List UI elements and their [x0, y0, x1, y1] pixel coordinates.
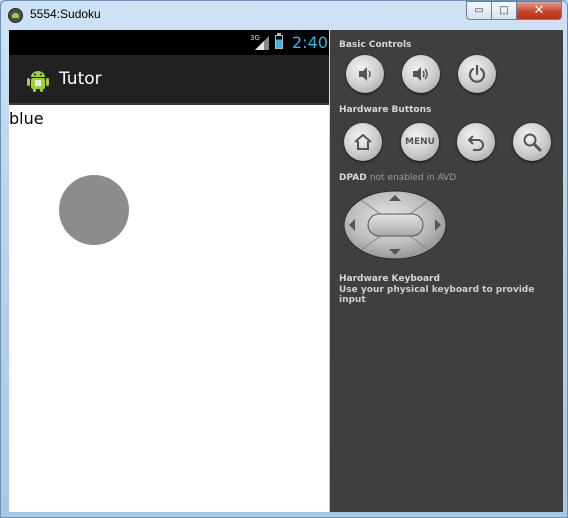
window-title: 5554:Sudoku [30, 7, 101, 21]
device-screen[interactable]: 3G 2:40 Tutor blue [9, 30, 329, 512]
android-icon [27, 71, 49, 92]
volume-down-button[interactable] [346, 55, 384, 93]
maximize-icon: □ [499, 5, 509, 16]
title-bar[interactable]: 5554:Sudoku ▭ □ ✕ [1, 1, 567, 30]
close-button[interactable]: ✕ [517, 1, 562, 20]
battery-icon [275, 33, 283, 49]
signal-icon [255, 36, 269, 50]
status-bar: 3G 2:40 [9, 30, 329, 55]
maximize-button[interactable]: □ [492, 1, 517, 20]
volume-up-icon [413, 67, 428, 81]
status-clock: 2:40 [292, 33, 328, 52]
basic-controls-label: Basic Controls [339, 40, 412, 50]
control-panel: Basic Controls Hardware Buttons MENU DPA… [330, 30, 563, 512]
search-icon [523, 133, 542, 152]
emulator-window: 5554:Sudoku ▭ □ ✕ 3G 2:40 Tutor blue Bas… [0, 0, 568, 518]
dpad-note: not enabled in AVD [369, 173, 457, 183]
hardware-keyboard-note: Use your physical keyboard to provide in… [339, 285, 535, 305]
volume-up-button[interactable] [402, 55, 440, 93]
action-bar: Tutor [9, 55, 329, 105]
home-button[interactable] [344, 123, 382, 161]
app-title: Tutor [59, 69, 102, 89]
menu-button-label: MENU [405, 137, 435, 147]
power-button[interactable] [458, 55, 496, 93]
dpad-control[interactable] [343, 190, 448, 260]
hardware-keyboard-label: Hardware Keyboard [339, 274, 440, 284]
window-controls: ▭ □ ✕ [466, 1, 562, 20]
home-icon [354, 134, 372, 150]
dpad-label: DPAD not enabled in AVD [339, 173, 456, 183]
minimize-icon: ▭ [474, 5, 484, 16]
emulator-app-icon [8, 8, 23, 23]
power-icon [468, 64, 486, 83]
back-icon [468, 135, 484, 151]
color-circle[interactable] [59, 175, 129, 245]
close-icon: ✕ [533, 3, 545, 18]
volume-down-icon [359, 67, 371, 81]
dpad-title: DPAD [339, 173, 367, 183]
search-button[interactable] [513, 123, 551, 161]
menu-button[interactable]: MENU [401, 123, 439, 161]
back-button[interactable] [457, 123, 495, 161]
minimize-button[interactable]: ▭ [466, 1, 492, 20]
color-label: blue [9, 109, 44, 128]
hardware-buttons-label: Hardware Buttons [339, 105, 432, 115]
